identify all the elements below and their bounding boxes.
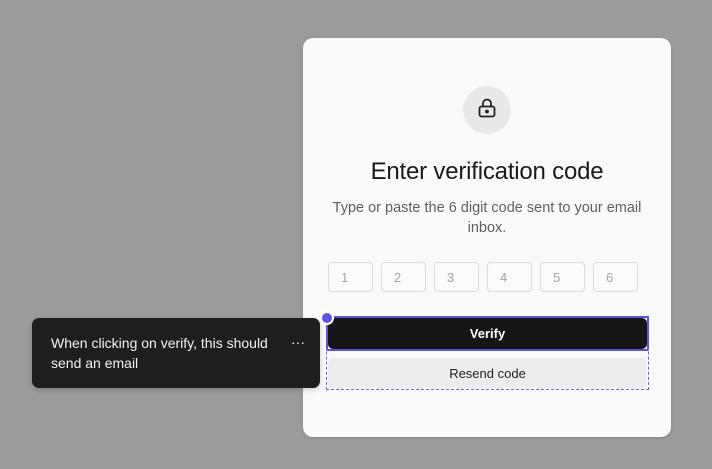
comment-pin[interactable]	[320, 311, 334, 325]
verification-card: Enter verification code Type or paste th…	[303, 38, 671, 437]
page-title: Enter verification code	[370, 158, 604, 185]
comment-bubble: When clicking on verify, this should sen…	[32, 318, 320, 388]
code-digit-2[interactable]: 2	[381, 262, 426, 292]
code-digit-5[interactable]: 5	[540, 262, 585, 292]
more-horizontal-icon[interactable]: ···	[290, 332, 306, 352]
comment-text: When clicking on verify, this should sen…	[51, 335, 268, 371]
page-subtitle: Type or paste the 6 digit code sent to y…	[332, 200, 642, 236]
code-digit-3[interactable]: 3	[434, 262, 479, 292]
code-digit-6[interactable]: 6	[593, 262, 638, 292]
code-digit-4[interactable]: 4	[487, 262, 532, 292]
code-digit-1[interactable]: 1	[328, 262, 373, 292]
lock-icon	[475, 96, 499, 125]
lock-badge	[463, 86, 511, 134]
code-input-group: 1 2 3 4 5 6	[328, 262, 638, 292]
selected-element-outline	[326, 316, 649, 351]
